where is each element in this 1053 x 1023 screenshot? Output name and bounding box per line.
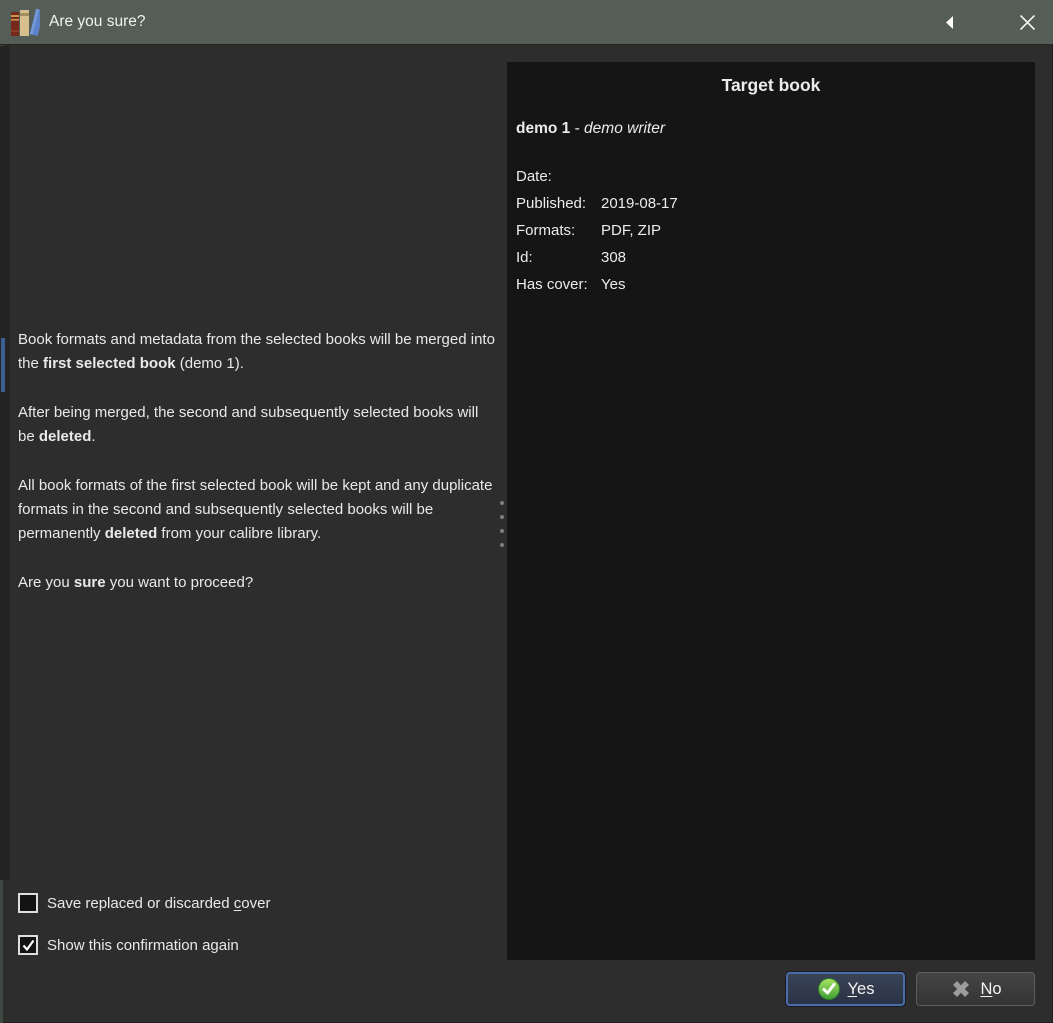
field-label: Published: [516, 195, 587, 212]
panel-title: Target book [721, 75, 821, 95]
checkbox-box[interactable] [18, 893, 38, 913]
field-label: Date: [516, 168, 552, 185]
message-scrollbar-thumb[interactable] [1, 338, 5, 392]
splitter-dot [500, 543, 504, 547]
collapse-left-arrow-icon[interactable] [944, 15, 954, 30]
yes-button-label: Yes [847, 979, 875, 998]
splitter-dot [500, 529, 504, 533]
no-button-label: No [980, 979, 1002, 998]
checkbox-save-cover[interactable]: Save replaced or discarded cover [18, 892, 270, 914]
splitter-dot [500, 501, 504, 505]
options: Save replaced or discarded cover Show th… [18, 892, 270, 956]
green-check-circle-icon [817, 977, 841, 1001]
field-label: Has cover: [516, 276, 588, 293]
field-label: Id: [516, 249, 533, 266]
no-button[interactable]: No [916, 972, 1035, 1006]
titlebar[interactable]: Are you sure? [0, 0, 1053, 45]
field-value: 308 [601, 249, 627, 266]
message-paragraph: Are you sure you want to proceed? [18, 574, 254, 591]
message-paragraph: Book formats and metadata from the selec… [18, 331, 495, 372]
dialog-window: Are you sure? Book formats and metadata … [0, 0, 1053, 1023]
field-label: Formats: [516, 222, 576, 239]
gray-cross-icon [949, 977, 973, 1001]
checkbox-show-confirmation[interactable]: Show this confirmation again [18, 934, 270, 956]
checkbox-label: Save replaced or discarded cover [47, 894, 271, 912]
close-icon[interactable] [1017, 12, 1038, 33]
metadata-row: Has cover: Yes [516, 271, 1035, 298]
message-scrollbar-track[interactable] [0, 46, 10, 880]
metadata-row: Published: 2019-08-17 [516, 190, 1035, 217]
target-book-panel: Target book demo 1 - demo writer Date: P… [507, 62, 1035, 960]
confirmation-message: Book formats and metadata from the selec… [18, 328, 496, 620]
message-paragraph: All book formats of the first selected b… [18, 477, 493, 542]
window-title: Are you sure? [49, 13, 146, 30]
message-paragraph: After being merged, the second and subse… [18, 404, 479, 445]
dialog-buttons: Yes No [786, 972, 1035, 1006]
checkbox-label: Show this confirmation again [47, 936, 239, 954]
splitter-handle[interactable] [498, 499, 506, 549]
metadata-row: Date: [516, 163, 1035, 190]
field-value: 2019-08-17 [601, 195, 678, 212]
splitter-dot [500, 515, 504, 519]
field-value: Yes [601, 276, 626, 293]
calibre-books-icon [10, 6, 40, 38]
metadata-table: Date: Published: 2019-08-17 Formats: PDF… [516, 163, 1035, 298]
field-value: PDF, ZIP [601, 222, 662, 239]
book-title-author: demo 1 - demo writer [516, 120, 666, 137]
checkbox-box[interactable] [18, 935, 38, 955]
metadata-row: Id: 308 [516, 244, 1035, 271]
yes-button[interactable]: Yes [786, 972, 905, 1006]
metadata-row: Formats: PDF, ZIP [516, 217, 1035, 244]
